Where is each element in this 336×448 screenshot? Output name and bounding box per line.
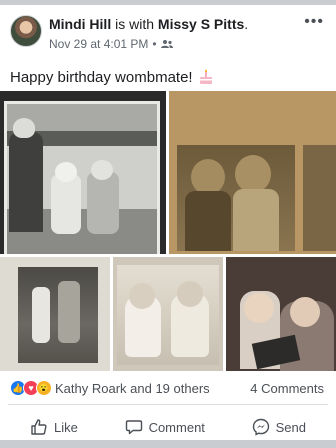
post-header: Mindi Hill is with Missy S Pitts. [49, 16, 248, 32]
like-label: Like [54, 419, 78, 435]
send-label: Send [275, 419, 306, 435]
post-timestamp[interactable]: Nov 29 at 4:01 PM [49, 37, 148, 51]
photo-twins-glasses[interactable] [169, 91, 336, 254]
comment-icon [125, 420, 142, 435]
photo-twins-reading[interactable] [226, 257, 336, 371]
photo-figure [55, 162, 77, 182]
with-text: is with [115, 16, 155, 32]
author-name[interactable]: Mindi Hill [49, 16, 111, 32]
photo-figure [244, 293, 274, 323]
action-bar: Like Comment Send [0, 412, 336, 442]
photo-figure [87, 172, 119, 234]
more-options-icon[interactable]: ••• [304, 14, 324, 30]
photo-figure [13, 118, 35, 138]
messenger-icon [252, 418, 269, 436]
photo-figure [32, 287, 50, 343]
photo-2-image [177, 145, 295, 251]
post-meta: Nov 29 at 4:01 PM • [49, 37, 173, 51]
birthday-cake-icon [199, 69, 212, 84]
divider [8, 404, 328, 405]
tagged-name[interactable]: Missy S Pitts [158, 16, 244, 32]
photo-twin-babies[interactable] [113, 257, 223, 371]
photo-twins-standing[interactable] [0, 257, 110, 371]
like-button[interactable]: Like [30, 418, 78, 436]
friends-icon [160, 40, 173, 48]
comments-count[interactable]: 4 Comments [250, 381, 324, 396]
photo-figure [129, 283, 155, 309]
photo-figure [58, 281, 80, 343]
post-card: Mindi Hill is with Missy S Pitts. Nov 29… [0, 5, 336, 440]
reaction-icons: 👍 ♥ 😮 [10, 380, 52, 396]
photo-figure [177, 281, 203, 307]
wow-icon: 😮 [36, 380, 52, 396]
photo-figure [51, 174, 81, 234]
meta-separator: • [152, 37, 157, 51]
comment-label: Comment [148, 419, 205, 435]
photo-figure [9, 132, 43, 232]
send-button[interactable]: Send [252, 418, 306, 436]
thumbs-up-icon [31, 419, 47, 435]
reactions-summary[interactable]: 👍 ♥ 😮 Kathy Roark and 19 others [10, 380, 210, 396]
post-text: Happy birthday wombmate! [10, 68, 215, 86]
photo-figure [191, 159, 225, 195]
photo-figure [235, 155, 271, 193]
photo-figure [185, 191, 231, 251]
post-message: Happy birthday wombmate! [10, 68, 193, 86]
photo-2-edge [303, 145, 336, 251]
avatar[interactable] [10, 15, 42, 47]
reactions-text: Kathy Roark and 19 others [55, 380, 210, 396]
photo-figure [233, 189, 279, 251]
comment-button[interactable]: Comment [125, 418, 205, 436]
photo-3-image [18, 267, 98, 363]
photo-boat-kids[interactable] [0, 91, 166, 254]
period: . [244, 16, 249, 32]
photo-figure [91, 160, 113, 180]
photo-4-image [117, 265, 219, 365]
photo-1-image [4, 101, 160, 254]
photo-figure [290, 297, 320, 327]
